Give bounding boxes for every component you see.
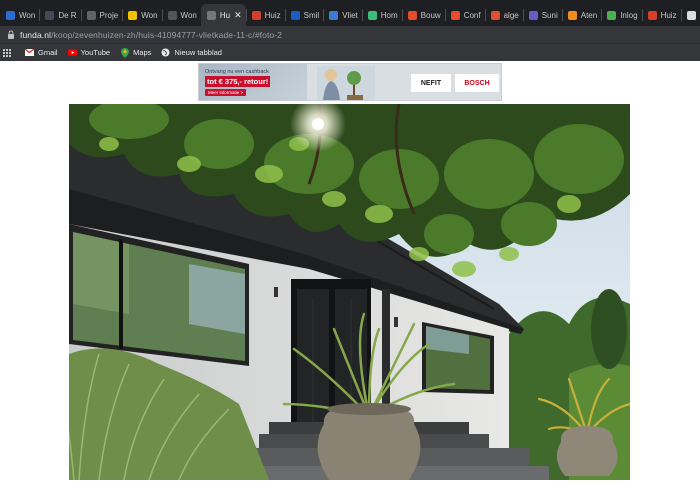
- browser-tab[interactable]: De R: [39, 4, 80, 26]
- bookmark-youtube[interactable]: YouTube: [67, 48, 111, 57]
- ad-more-info-button[interactable]: Meer informatie >: [205, 89, 247, 96]
- globe-icon: [161, 48, 170, 57]
- browser-tab[interactable]: Huiz: [641, 4, 681, 26]
- bookmark-label: YouTube: [80, 48, 111, 57]
- bookmark-label: Nieuw tabblad: [174, 48, 222, 57]
- funda-icon: [167, 10, 177, 20]
- url-host: funda.nl: [20, 29, 52, 40]
- browser-tab[interactable]: Smil: [284, 4, 324, 26]
- browser-tab[interactable]: Huiz: [245, 4, 285, 26]
- url-path: /koop/zevenhuizen-zh/huis-41094777-vliet…: [51, 29, 282, 40]
- url-text[interactable]: funda.nl/koop/zevenhuizen-zh/huis-410947…: [20, 30, 282, 40]
- tab-label: Suni: [541, 10, 558, 20]
- tab-strip: Won De R Proje Won Won Hu ✕ Huiz Smil Vliet Hom Bou…: [0, 0, 700, 26]
- address-bar[interactable]: funda.nl/koop/zevenhuizen-zh/huis-410947…: [0, 26, 700, 43]
- ad-promo-panel: Ontvang nu een cashback tot € 375,- reto…: [199, 64, 307, 100]
- bookmark-maps[interactable]: Maps: [120, 47, 152, 58]
- people-icon: [450, 10, 460, 20]
- tab-label: Huiz: [264, 10, 281, 20]
- lock-icon[interactable]: [4, 28, 18, 42]
- browser-tab[interactable]: Hu ✕: [200, 4, 246, 26]
- tab-label: De R: [58, 10, 77, 20]
- close-icon[interactable]: ✕: [234, 10, 242, 21]
- browser-tab[interactable]: alge: [484, 4, 523, 26]
- arc-icon: [528, 10, 538, 20]
- gmail-icon: [25, 48, 34, 57]
- browser-tab[interactable]: Won: [122, 4, 161, 26]
- tab-label: Huiz: [660, 10, 677, 20]
- square-icon: [290, 10, 300, 20]
- maps-icon: [120, 47, 129, 58]
- ad-offer: tot € 375,- retour!: [205, 76, 271, 87]
- square-icon: [251, 10, 261, 20]
- house-photo[interactable]: [69, 104, 630, 480]
- apps-grid-icon: [2, 48, 11, 57]
- browser-tab[interactable]: Bouw: [401, 4, 445, 26]
- bookmark-new-tab[interactable]: Nieuw tabblad: [161, 48, 222, 57]
- browser-tab[interactable]: Suni: [522, 4, 562, 26]
- page-content: Ontvang nu een cashback tot € 375,- reto…: [0, 61, 700, 500]
- square-icon: [647, 10, 657, 20]
- ad-child-image: [317, 66, 375, 100]
- tab-label: Conf: [463, 10, 481, 20]
- people-icon: [490, 10, 500, 20]
- home-icon: [367, 10, 377, 20]
- bookmark-apps[interactable]: [2, 48, 15, 57]
- circle-icon: [607, 10, 617, 20]
- tab-label: Smil: [303, 10, 320, 20]
- bookmark-gmail[interactable]: Gmail: [25, 48, 58, 57]
- b-icon: [567, 10, 577, 20]
- browser-tab[interactable]: bedi: [680, 4, 700, 26]
- tab-label: Hu: [219, 10, 231, 20]
- browser-tab[interactable]: Won: [0, 4, 39, 26]
- tab-label: Vliet: [342, 10, 358, 20]
- ad-banner[interactable]: Ontvang nu een cashback tot € 375,- reto…: [198, 63, 502, 101]
- browser-tab[interactable]: Won: [161, 4, 201, 26]
- browser-tab[interactable]: Inlog: [601, 4, 641, 26]
- browser-tab[interactable]: Hom: [361, 4, 402, 26]
- funda-icon: [6, 10, 15, 20]
- check-icon: [686, 10, 696, 20]
- tab-label: alge: [503, 10, 519, 20]
- bookmark-label: Gmail: [38, 48, 58, 57]
- circle-icon: [128, 10, 138, 20]
- tab-label: Bouw: [420, 10, 441, 20]
- browser-tab[interactable]: Vliet: [323, 4, 362, 26]
- tab-label: Won: [180, 10, 197, 20]
- browser-tab[interactable]: Conf: [444, 4, 485, 26]
- doc-icon: [86, 10, 96, 20]
- bookmarks-bar: Gmail YouTube Maps Nieuw tabblad: [0, 43, 700, 61]
- nefit-logo: NEFIT: [411, 74, 451, 92]
- globe-icon: [329, 10, 339, 20]
- browser-tab[interactable]: Aten: [561, 4, 601, 26]
- bookmark-label: Maps: [133, 48, 152, 57]
- tab-label: Won: [141, 10, 158, 20]
- bosch-logo: BOSCH: [455, 74, 499, 92]
- ad-headline: Ontvang nu een cashback: [205, 69, 269, 75]
- tab-label: Inlog: [620, 10, 638, 20]
- tab-label: Aten: [580, 10, 598, 20]
- tab-label: Hom: [380, 10, 398, 20]
- news-icon: [45, 10, 55, 20]
- browser-tab[interactable]: Proje: [80, 4, 123, 26]
- youtube-icon: [67, 48, 77, 57]
- funda-icon: [206, 10, 216, 20]
- people-icon: [407, 10, 417, 20]
- tab-label: Won: [19, 10, 36, 20]
- tab-label: Proje: [99, 10, 119, 20]
